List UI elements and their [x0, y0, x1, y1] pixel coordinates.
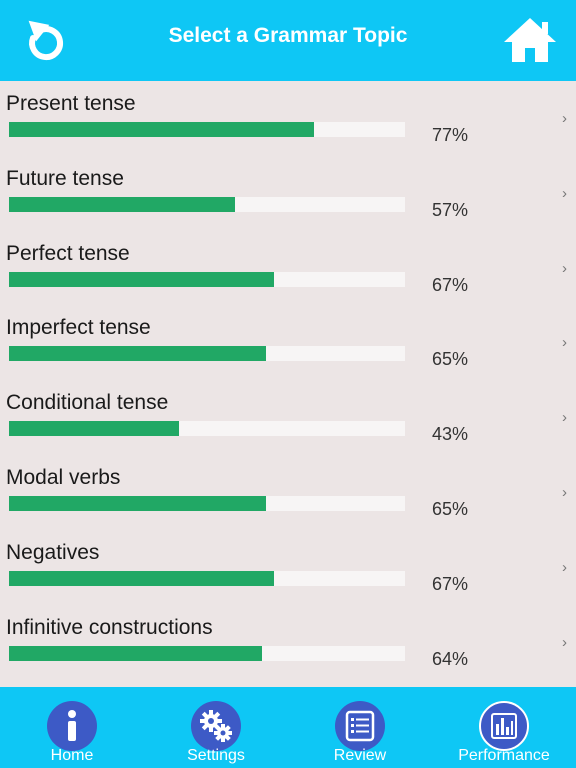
page-title: Select a Grammar Topic [168, 24, 408, 47]
progress-fill [9, 421, 180, 437]
topic-percent: 67% [432, 573, 469, 594]
chevron-right-icon: › [562, 184, 567, 202]
bottom-tab-bar: Home Settings Review Performance [0, 687, 576, 768]
topic-name: Imperfect tense [6, 316, 151, 340]
topic-percent: 65% [432, 349, 469, 370]
tab-icon-circle [191, 701, 241, 751]
topic-row-present-tense[interactable]: Present tense 77% › [0, 81, 576, 156]
topic-row-imperfect-tense[interactable]: Imperfect tense 65% › [0, 305, 576, 380]
chevron-right-icon: › [562, 633, 567, 651]
topic-row-perfect-tense[interactable]: Perfect tense 67% › [0, 231, 576, 306]
bar-chart-icon [491, 713, 517, 739]
tab-icon-circle [335, 701, 385, 751]
tab-label: Home [50, 747, 94, 764]
progress-track [9, 421, 405, 437]
progress-fill [9, 645, 263, 661]
tab-icon-circle [47, 701, 97, 751]
home-button[interactable] [502, 16, 558, 64]
topic-percent: 64% [432, 648, 469, 669]
topic-percent: 65% [432, 499, 469, 519]
progress-track [9, 570, 405, 586]
chevron-right-icon: › [562, 110, 567, 127]
gears-icon [200, 710, 232, 742]
tab-icon-circle [479, 701, 529, 751]
topic-percent: 77% [432, 125, 469, 145]
topic-row-future-tense[interactable]: Future tense 57% › [0, 156, 576, 231]
info-icon [68, 710, 76, 741]
topic-percent: 67% [432, 274, 469, 295]
topic-name: Present tense [6, 92, 136, 115]
topic-row-infinitive-constructions[interactable]: Infinitive constructions 64% › [0, 605, 576, 680]
progress-track [9, 346, 405, 362]
topic-list: Present tense 77% › Future tense 57% › P… [0, 81, 576, 687]
topic-percent: 43% [432, 424, 469, 445]
tab-label: Performance [458, 747, 550, 764]
topic-name: Infinitive constructions [6, 615, 213, 639]
chevron-right-icon: › [562, 484, 567, 501]
topic-name: Conditional tense [6, 391, 169, 415]
tab-label: Settings [187, 747, 245, 764]
progress-fill [9, 570, 275, 586]
topic-name: Negatives [6, 540, 100, 564]
topic-row-conditional-tense[interactable]: Conditional tense 43% › [0, 380, 576, 455]
progress-track [9, 645, 405, 661]
topic-name: Perfect tense [6, 241, 130, 265]
checklist-icon [345, 710, 375, 742]
tab-settings[interactable]: Settings [156, 687, 276, 768]
progress-fill [9, 196, 235, 212]
chevron-right-icon: › [562, 409, 567, 427]
tab-performance[interactable]: Performance [444, 687, 564, 768]
chevron-right-icon: › [562, 334, 567, 352]
topic-name: Modal verbs [6, 466, 121, 489]
progress-track [9, 496, 405, 511]
header-bar: Select a Grammar Topic [0, 0, 576, 81]
house-icon [504, 18, 556, 62]
progress-fill [9, 271, 275, 287]
progress-track [9, 196, 405, 212]
topic-name: Future tense [6, 166, 124, 190]
tab-review[interactable]: Review [300, 687, 420, 768]
chevron-right-icon: › [562, 558, 567, 576]
tab-label: Review [333, 747, 387, 764]
progress-fill [9, 346, 267, 362]
progress-track [9, 271, 405, 287]
topic-row-modal-verbs[interactable]: Modal verbs 65% › [0, 455, 576, 530]
progress-fill [9, 496, 267, 511]
topic-percent: 57% [432, 199, 469, 220]
progress-track [9, 122, 405, 137]
topic-row-negatives[interactable]: Negatives 67% › [0, 530, 576, 605]
progress-fill [9, 122, 314, 137]
tab-home[interactable]: Home [12, 687, 132, 768]
chevron-right-icon: › [562, 259, 567, 277]
